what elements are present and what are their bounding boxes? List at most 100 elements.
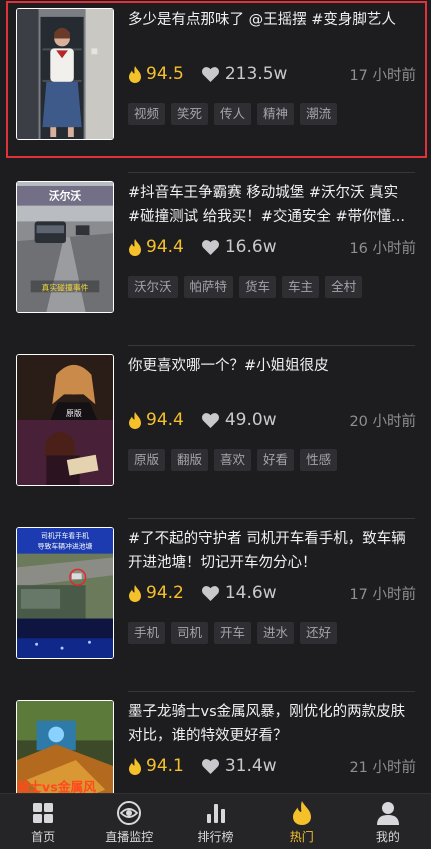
like-count: 16.6w: [201, 237, 277, 257]
video-stats: 94.4 49.0w 20 小时前: [128, 408, 416, 432]
feed-item[interactable]: 多少是有点那味了 @王摇摆 #变身脚艺人 94.5 213.5w 17 小时前 …: [0, 0, 431, 170]
like-count: 31.4w: [201, 756, 277, 776]
tab-live-monitor[interactable]: 直播监控: [86, 794, 172, 849]
tab-ranking[interactable]: 排行榜: [172, 794, 258, 849]
heat-score: 94.5: [128, 64, 184, 84]
heart-icon: [201, 585, 219, 601]
tab-label: 我的: [375, 830, 400, 844]
tag[interactable]: 全村: [325, 276, 363, 298]
flame-icon: [129, 411, 141, 429]
feed-item[interactable]: 原版 你更喜欢哪一个？#小姐姐很皮 94.4 49.0w 20 小时前 原版 翻…: [0, 345, 431, 516]
video-stats: 94.2 14.6w 17 小时前: [128, 581, 416, 605]
tag[interactable]: 车主: [282, 276, 320, 298]
heat-score: 94.4: [128, 410, 184, 430]
tag[interactable]: 进水: [257, 622, 295, 644]
flame-icon: [292, 801, 311, 825]
tab-mine[interactable]: 我的: [345, 794, 431, 849]
user-icon: [376, 802, 399, 825]
heart-icon: [201, 758, 219, 774]
tag[interactable]: 翻版: [171, 449, 209, 471]
video-stats: 94.5 213.5w 17 小时前: [128, 62, 416, 86]
tag[interactable]: 货车: [239, 276, 277, 298]
heat-value: 94.4: [146, 410, 184, 430]
video-title[interactable]: 你更喜欢哪一个？#小姐姐很皮: [128, 354, 412, 378]
flame-icon: [129, 757, 141, 775]
like-count: 213.5w: [201, 64, 288, 84]
tab-hot[interactable]: 热门: [259, 794, 345, 849]
bottom-tab-bar: 首页 直播监控 排行榜 热门 我的: [0, 793, 431, 849]
tag[interactable]: 手机: [128, 622, 166, 644]
video-title[interactable]: #抖音车王争霸赛 移动城堡 #沃尔沃 真实 #碰撞测试 给我买！#交通安全 #带…: [128, 181, 412, 229]
tag[interactable]: 还好: [300, 622, 338, 644]
divider: [128, 518, 415, 519]
thumbnail-caption: 骑士vs金属风: [17, 780, 96, 793]
thumbnail-caption: 导致车辆冲进池塘: [38, 542, 93, 551]
tag[interactable]: 潮流: [300, 103, 338, 125]
tab-label: 直播监控: [105, 830, 154, 844]
video-thumbnail[interactable]: 沃尔沃 真实碰撞事件: [16, 181, 114, 313]
tab-label: 首页: [31, 830, 56, 844]
post-time: 20 小时前: [349, 413, 416, 430]
tag[interactable]: 视频: [128, 103, 166, 125]
thumbnail-caption: 司机开车看手机: [41, 531, 89, 540]
tag[interactable]: 精神: [257, 103, 295, 125]
hot-feed: 多少是有点那味了 @王摇摆 #变身脚艺人 94.5 213.5w 17 小时前 …: [0, 0, 431, 793]
home-grid-icon: [33, 803, 54, 823]
post-time: 17 小时前: [349, 586, 416, 603]
flame-icon: [129, 584, 141, 602]
tab-home[interactable]: 首页: [0, 794, 86, 849]
heart-icon: [201, 412, 219, 428]
divider: [128, 691, 415, 692]
tag[interactable]: 性感: [300, 449, 338, 471]
tag[interactable]: 沃尔沃: [128, 276, 178, 298]
tag-list: 手机 司机 开车 进水 还好: [128, 622, 338, 644]
eye-icon: [117, 801, 142, 825]
heart-icon: [201, 239, 219, 255]
tag-list: 原版 翻版 喜欢 好看 性感: [128, 449, 338, 471]
tag[interactable]: 原版: [128, 449, 166, 471]
heat-value: 94.2: [146, 583, 184, 603]
heat-value: 94.1: [146, 756, 184, 776]
tab-label: 排行榜: [197, 830, 234, 844]
thumbnail-caption: 原版: [66, 408, 82, 418]
like-count: 14.6w: [201, 583, 277, 603]
video-title[interactable]: 多少是有点那味了 @王摇摆 #变身脚艺人: [128, 8, 412, 32]
tag[interactable]: 喜欢: [214, 449, 252, 471]
likes-value: 49.0w: [224, 410, 277, 430]
tag[interactable]: 传人: [214, 103, 252, 125]
likes-value: 213.5w: [224, 64, 288, 84]
likes-value: 31.4w: [224, 756, 277, 776]
post-time: 21 小时前: [349, 759, 416, 776]
flame-icon: [129, 65, 141, 83]
heart-icon: [201, 66, 219, 82]
feed-item[interactable]: 骑士vs金属风 墨子龙骑士vs金属风暴，刚优化的两款皮肤对比，谁的特效更好看？ …: [0, 691, 431, 793]
heat-score: 94.2: [128, 583, 184, 603]
divider: [128, 172, 415, 173]
video-thumbnail[interactable]: 原版: [16, 354, 114, 486]
flame-icon: [129, 238, 141, 256]
tag[interactable]: 笑死: [171, 103, 209, 125]
heat-value: 94.4: [146, 237, 184, 257]
tag[interactable]: 好看: [257, 449, 295, 471]
heat-score: 94.1: [128, 756, 184, 776]
like-count: 49.0w: [201, 410, 277, 430]
heat-value: 94.5: [146, 64, 184, 84]
heat-score: 94.4: [128, 237, 184, 257]
tab-label: 热门: [289, 830, 314, 844]
video-title[interactable]: #了不起的守护者 司机开车看手机，致车辆开进池塘！切记开车勿分心！: [128, 527, 412, 575]
video-stats: 94.1 31.4w 21 小时前: [128, 754, 416, 778]
feed-item[interactable]: 司机开车看手机 导致车辆冲进池塘 #了不起的守护者 司机开车看手机，致车辆开进池…: [0, 518, 431, 689]
feed-item[interactable]: 沃尔沃 真实碰撞事件 #抖音车王争霸赛 移动城堡 #沃尔沃 真实 #碰撞测试 给…: [0, 172, 431, 343]
tag[interactable]: 司机: [171, 622, 209, 644]
video-thumbnail[interactable]: 骑士vs金属风: [16, 700, 114, 793]
tag[interactable]: 开车: [214, 622, 252, 644]
post-time: 16 小时前: [349, 240, 416, 257]
tag[interactable]: 帕萨特: [183, 276, 234, 298]
video-title[interactable]: 墨子龙骑士vs金属风暴，刚优化的两款皮肤对比，谁的特效更好看？: [128, 700, 412, 748]
divider: [128, 345, 415, 346]
video-thumbnail[interactable]: [16, 8, 114, 140]
thumbnail-caption: 沃尔沃: [49, 189, 82, 203]
likes-value: 14.6w: [224, 583, 277, 603]
tag-list: 沃尔沃 帕萨特 货车 车主 全村: [128, 276, 363, 298]
video-thumbnail[interactable]: 司机开车看手机 导致车辆冲进池塘: [16, 527, 114, 659]
